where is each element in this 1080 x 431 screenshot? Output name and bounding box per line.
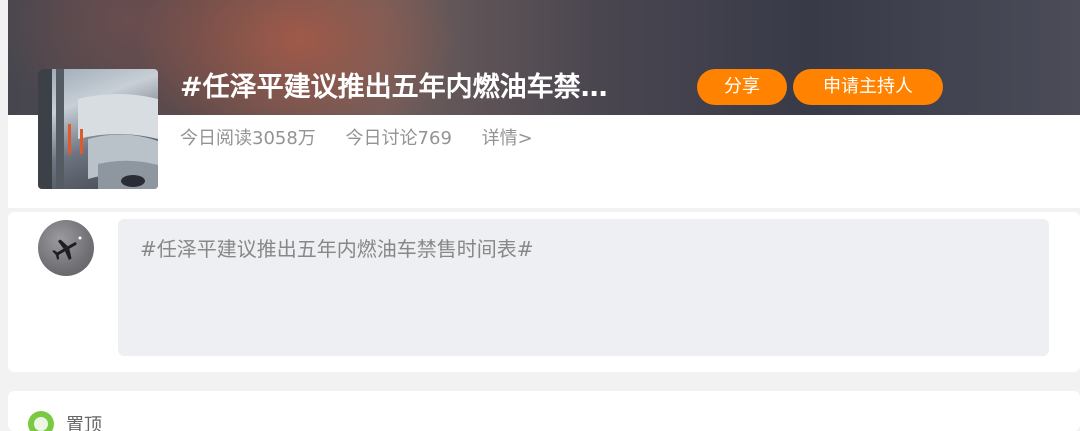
topic-stats: 今日阅读3058万 今日讨论769 详情> — [180, 126, 557, 152]
feed-card: 置顶 — [8, 391, 1080, 431]
today-reads-count: 今日阅读3058万 — [180, 128, 316, 149]
today-discussions-count: 今日讨论769 — [345, 128, 452, 149]
post-compose-input[interactable]: #任泽平建议推出五年内燃油车禁售时间表# — [118, 219, 1049, 356]
topic-cover-image — [38, 69, 158, 189]
details-link[interactable]: 详情> — [482, 128, 533, 149]
pin-badge-icon — [28, 411, 54, 431]
user-avatar[interactable] — [38, 220, 94, 276]
topic-title: #任泽平建议推出五年内燃油车禁… — [180, 72, 608, 103]
pinned-label: 置顶 — [66, 415, 102, 431]
share-button[interactable]: 分享 — [697, 69, 787, 105]
compose-card: #任泽平建议推出五年内燃油车禁售时间表# — [8, 212, 1080, 372]
airplane-icon — [52, 236, 82, 261]
apply-host-button[interactable]: 申请主持人 — [793, 69, 943, 105]
compose-prefill-text: #任泽平建议推出五年内燃油车禁售时间表# — [140, 237, 534, 261]
